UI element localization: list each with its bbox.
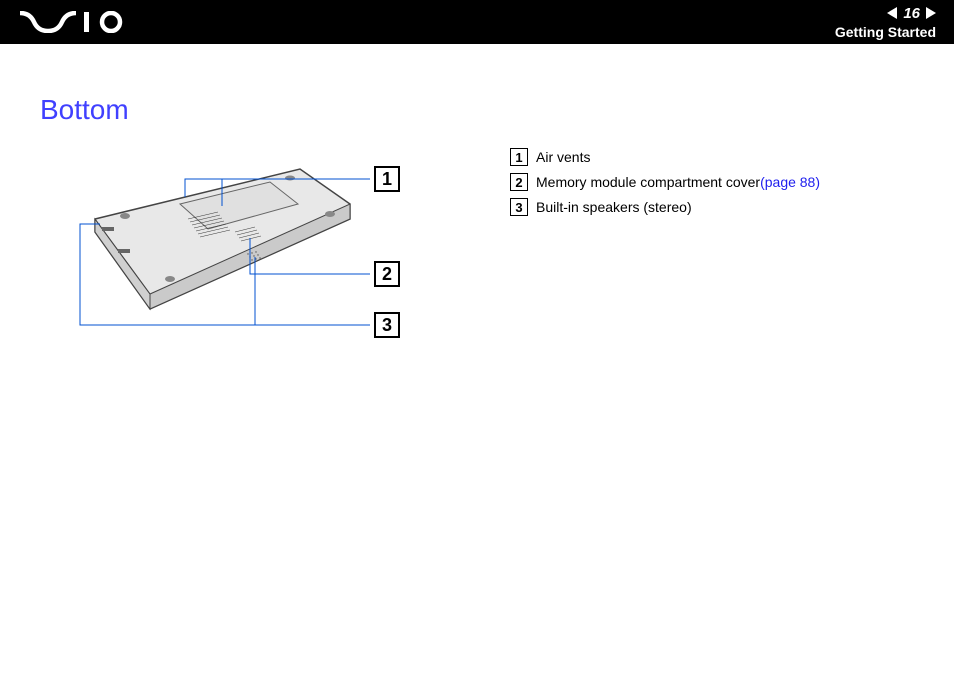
next-page-arrow-icon[interactable] [926, 7, 936, 19]
page-navigation: 16 [835, 5, 936, 22]
prev-page-arrow-icon[interactable] [887, 7, 897, 19]
legend-number-box: 1 [510, 148, 528, 166]
callout-box-1: 1 [374, 166, 400, 192]
page-reference-link[interactable]: (page 88) [760, 174, 820, 190]
vaio-logo [18, 11, 133, 33]
legend-label: Memory module compartment cover [536, 174, 760, 190]
legend-number-box: 3 [510, 198, 528, 216]
header-bar: 16 Getting Started [0, 0, 954, 44]
legend-label: Air vents [536, 149, 590, 165]
laptop-bottom-diagram: 1 2 3 [40, 144, 400, 364]
page-title: Bottom [40, 94, 914, 126]
diagram-svg [40, 144, 400, 364]
page-number: 16 [903, 5, 920, 22]
content-area: Bottom [0, 44, 954, 364]
legend-number-box: 2 [510, 173, 528, 191]
header-right: 16 Getting Started [835, 5, 936, 40]
legend-item: 1 Air vents [510, 148, 820, 166]
legend-item: 3 Built-in speakers (stereo) [510, 198, 820, 216]
section-name: Getting Started [835, 24, 936, 40]
legend: 1 Air vents 2 Memory module compartment … [510, 144, 820, 223]
legend-label: Built-in speakers (stereo) [536, 199, 692, 215]
callout-box-2: 2 [374, 261, 400, 287]
main-area: 1 2 3 1 Air vents 2 Memory module compar… [40, 144, 914, 364]
callout-box-3: 3 [374, 312, 400, 338]
legend-item: 2 Memory module compartment cover (page … [510, 173, 820, 191]
